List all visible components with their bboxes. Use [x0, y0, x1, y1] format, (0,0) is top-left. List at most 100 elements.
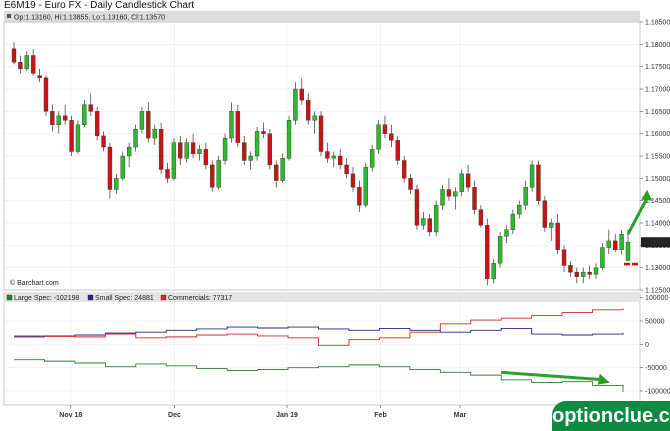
- candle-body: [37, 75, 42, 79]
- candle-body: [242, 142, 247, 161]
- candle-body: [561, 249, 567, 266]
- candle-body: [421, 218, 426, 226]
- chart-stage: E6M19 - Euro FX - Daily Candlestick Char…: [0, 0, 670, 431]
- price-tick-label: 1.16000: [645, 131, 670, 138]
- candle-body: [472, 187, 477, 210]
- candle-body: [478, 209, 484, 226]
- price-tick-label: 1.15000: [645, 176, 670, 183]
- candle-body: [146, 111, 151, 139]
- candle-body: [363, 166, 368, 206]
- candle-body: [248, 155, 253, 161]
- candle-body: [158, 128, 164, 170]
- candle-body: [619, 233, 624, 251]
- candle-body: [318, 115, 324, 152]
- candle-body: [139, 111, 145, 130]
- date-tick-label: Jan 19: [276, 412, 298, 419]
- candle-body: [453, 191, 458, 197]
- candle-body: [254, 131, 260, 157]
- source-credit: © Barchart.com: [10, 279, 59, 287]
- date-tick-label: Mar: [454, 412, 467, 419]
- candle-body: [485, 225, 490, 280]
- candle-body: [126, 146, 132, 157]
- candle-body: [88, 104, 93, 112]
- candle-body: [555, 222, 560, 250]
- price-tick-label: 1.16500: [645, 109, 670, 116]
- cot-legend-swatch: [87, 294, 94, 301]
- price-tick-label: 1.18500: [645, 20, 670, 27]
- candle-body: [350, 173, 356, 188]
- candle-body: [43, 77, 49, 112]
- candle-body: [491, 263, 496, 280]
- candle-body: [133, 128, 138, 148]
- chart-svg: E6M19 - Euro FX - Daily Candlestick Char…: [0, 0, 670, 431]
- candle-body: [568, 265, 573, 273]
- watermark-logo: optionclue.com: [552, 401, 670, 431]
- candle-body: [69, 120, 74, 152]
- candle-body: [197, 149, 202, 154]
- candle-body: [433, 204, 439, 233]
- candle-body: [606, 240, 611, 248]
- cot-tick-label: -50000: [645, 365, 667, 372]
- cot-legend-swatch: [6, 294, 13, 301]
- candle-body: [408, 178, 413, 190]
- cot-legend: Large Spec: -102198 Small Spec: 24881 Comm…: [4, 293, 640, 302]
- candle-body: [536, 164, 541, 201]
- price-tick-label: 1.18000: [645, 42, 670, 49]
- candle-body: [401, 160, 407, 179]
- candle-body: [152, 128, 157, 139]
- candle-body: [587, 271, 592, 275]
- candle-body: [517, 204, 522, 215]
- date-tick-label: Feb: [374, 412, 386, 419]
- candle-body: [376, 124, 381, 150]
- candle-body: [497, 236, 503, 264]
- cot-tick-label: 100000: [645, 295, 668, 302]
- candle-body: [293, 88, 298, 121]
- price-tick-label: 1.14000: [645, 221, 670, 228]
- candle-body: [625, 242, 631, 261]
- candle-body: [395, 140, 400, 161]
- ohlc-readout: Op:1.13160, Hi:1.13855, Lo:1.13160, Cl:1…: [14, 15, 165, 22]
- price-tick-label: 1.12500: [645, 288, 670, 295]
- last-price-label: 1.13570: [643, 240, 668, 247]
- candle-body: [600, 247, 605, 268]
- candle-body: [331, 155, 336, 159]
- cot-tick-label: 50000: [645, 319, 665, 326]
- candle-body: [504, 229, 509, 237]
- candle-body: [382, 124, 388, 134]
- candle-body: [440, 189, 445, 206]
- chart-title: E6M19 - Euro FX - Daily Candlestick Char…: [4, 0, 194, 11]
- candle-body: [510, 213, 516, 230]
- candle-body: [184, 142, 189, 159]
- candle-body: [50, 111, 55, 125]
- candle-body: [549, 222, 554, 228]
- candle-body: [235, 111, 241, 143]
- candle-body: [178, 142, 183, 159]
- cot-legend-label: Commercials: 77317: [168, 295, 232, 302]
- candle-body: [613, 240, 618, 251]
- candle-body: [427, 218, 432, 233]
- candle-body: [120, 155, 125, 179]
- candle-body: [389, 133, 394, 141]
- candle-body: [465, 173, 471, 188]
- candle-body: [203, 149, 209, 166]
- candle-body: [18, 62, 23, 70]
- candle-body: [31, 55, 36, 74]
- candle-body: [24, 55, 29, 70]
- candle-body: [210, 164, 215, 188]
- candle-body: [101, 135, 106, 148]
- candle-body: [114, 178, 119, 190]
- price-tick-label: 1.15500: [645, 154, 670, 161]
- candle-body: [190, 142, 196, 154]
- candle-body: [229, 111, 234, 139]
- cot-legend-swatch: [160, 294, 167, 301]
- candle-body: [274, 164, 279, 181]
- cot-tick-label: -100000: [645, 389, 670, 396]
- candle-body: [325, 151, 330, 159]
- candle-body: [94, 111, 100, 137]
- candle-body: [56, 115, 61, 125]
- candle-body: [261, 131, 266, 134]
- date-tick-label: Nov 18: [59, 412, 82, 419]
- price-tick-label: 1.17500: [645, 64, 670, 71]
- candle-body: [312, 115, 317, 121]
- candle-body: [344, 164, 349, 175]
